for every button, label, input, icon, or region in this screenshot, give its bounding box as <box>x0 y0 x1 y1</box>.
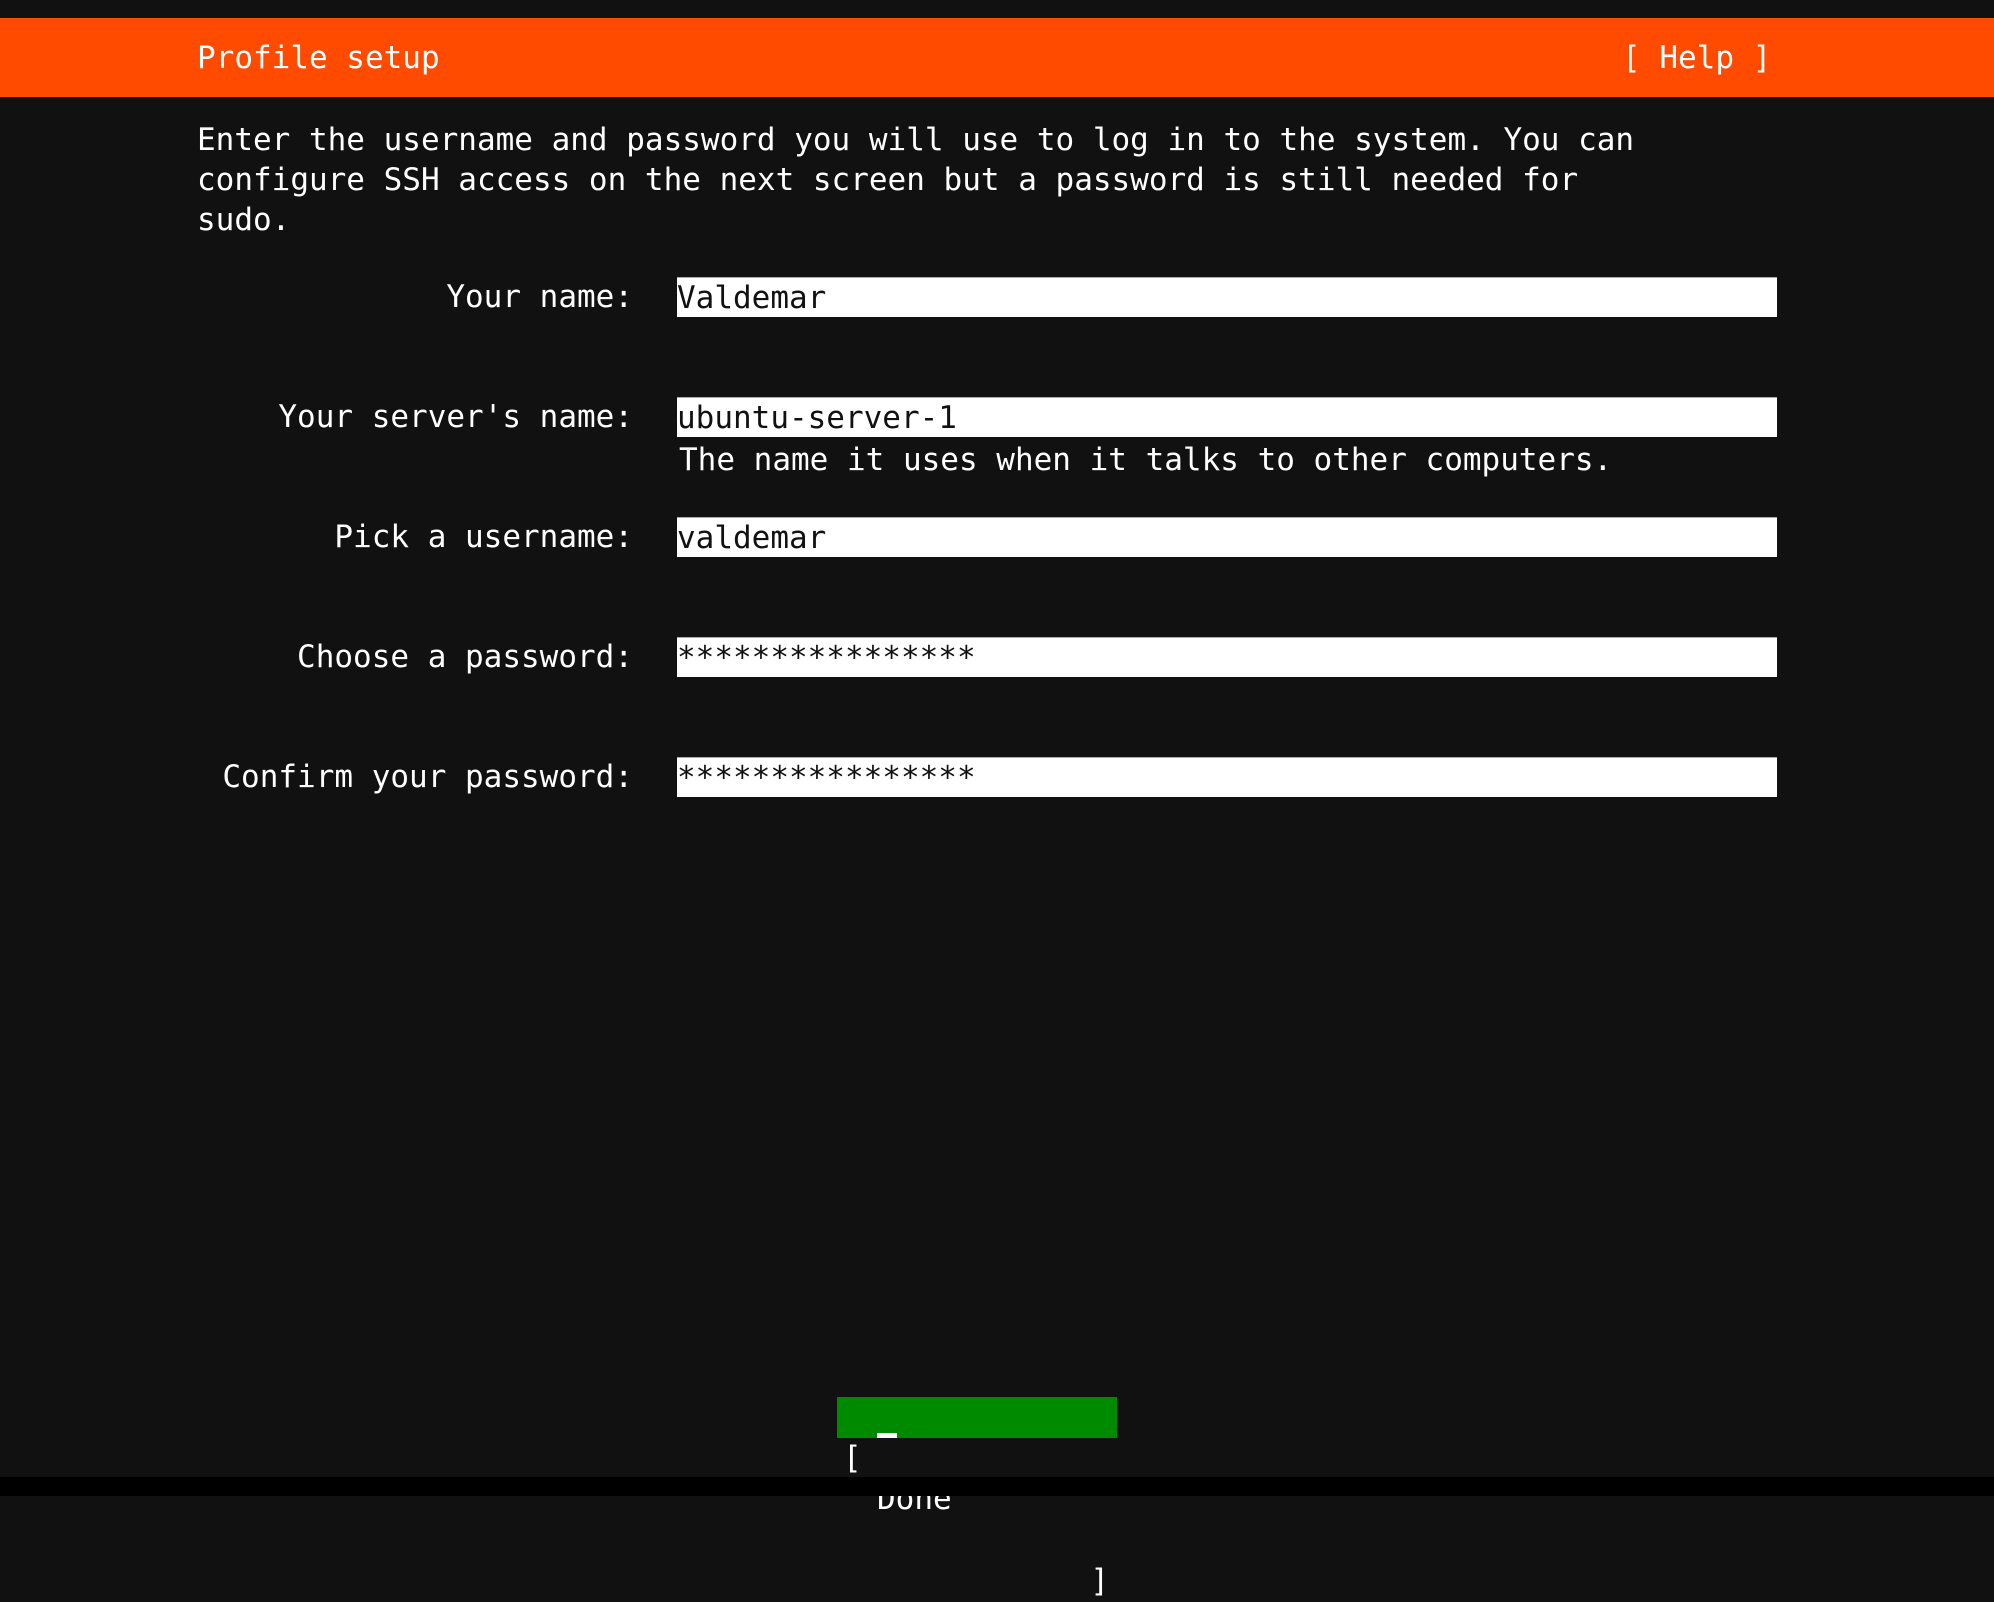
server-name-hint: The name it uses when it talks to other … <box>679 442 1613 478</box>
page-title: Profile setup <box>197 40 440 76</box>
header-bar: Profile setup [ Help ] <box>0 18 1994 97</box>
bottom-bar <box>0 1477 1994 1496</box>
server-name-input[interactable]: ubuntu-server-1 <box>677 397 1777 437</box>
done-button[interactable]: [ Done ] <box>837 1397 1117 1599</box>
intro-text: Enter the username and password you will… <box>197 122 1635 238</box>
password-label: Choose a password: <box>297 639 633 675</box>
username-label: Pick a username: <box>334 519 633 555</box>
username-input[interactable]: valdemar <box>677 517 1777 557</box>
text-cursor <box>877 1433 897 1438</box>
your-name-input[interactable]: Valdemar <box>677 277 1777 317</box>
confirm-password-label: Confirm your password: <box>222 759 633 795</box>
password-input[interactable]: **************** <box>677 637 1777 677</box>
done-open-bracket: [ <box>843 1440 862 1476</box>
your-name-label: Your name: <box>446 279 633 315</box>
server-name-label: Your server's name: <box>278 399 633 435</box>
help-button[interactable]: [ Help ] <box>1622 38 1771 78</box>
done-close-bracket: ] <box>1090 1563 1109 1599</box>
confirm-password-input[interactable]: **************** <box>677 757 1777 797</box>
